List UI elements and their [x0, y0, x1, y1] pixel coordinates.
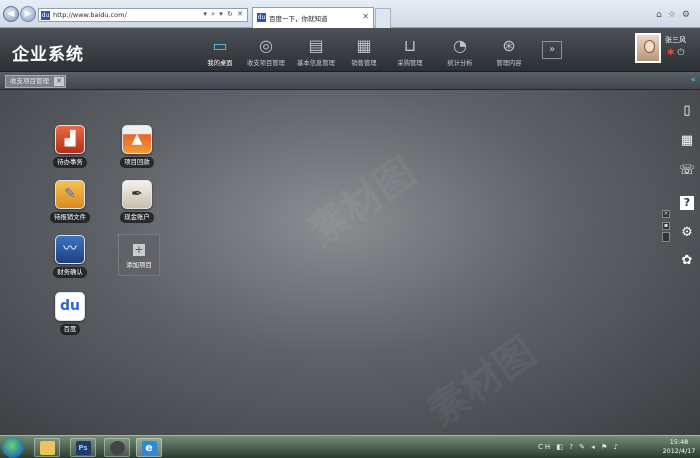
taskbar: Ps e CH ◧ ? ✎ ◂ ⚑ ♪ 15:48 2012/4/17 — [0, 435, 700, 458]
nav-label: 管理内容 — [496, 60, 522, 67]
tab-favicon-icon: du — [257, 13, 266, 22]
nav-label: 收支项目管理 — [247, 60, 285, 67]
cart-icon: ⊔ — [403, 36, 417, 55]
address-controls[interactable]: ▾ ⌕ ▾ ↻ ✕ — [203, 10, 244, 19]
app-reimburse-files[interactable]: ✎ 待报销文件 — [47, 180, 93, 223]
clock[interactable]: 15:48 2012/4/17 — [660, 438, 698, 456]
toolbar-pin-icon[interactable]: ▪ — [662, 222, 670, 230]
phone-icon[interactable]: ☏ — [678, 162, 696, 180]
watermark: 素材图 — [419, 329, 545, 436]
browser-tab[interactable]: du 百度一下，你就知道 ✕ — [252, 7, 374, 28]
add-item-tile[interactable]: + 添加项目 — [118, 234, 160, 276]
nav-label: 销售管理 — [351, 60, 377, 67]
collapse-icon[interactable]: « — [690, 75, 696, 85]
back-button[interactable]: ◀ — [3, 6, 19, 22]
avatar[interactable] — [635, 33, 661, 63]
system-tray[interactable]: CH ◧ ? ✎ ◂ ⚑ ♪ — [538, 443, 620, 451]
monitor-icon: ▭ — [212, 36, 228, 55]
favorites-star-icon[interactable]: ☆ — [668, 10, 682, 20]
tab-title: 百度一下，你就知道 — [269, 15, 328, 23]
app-label: 待办事务 — [53, 157, 87, 168]
app-title: 企业系统 — [12, 45, 84, 65]
nav-management[interactable]: ⊛ 管理内容 — [486, 28, 532, 72]
clock-time: 15:48 — [669, 438, 689, 446]
nav-purchasing[interactable]: ⊔ 采购管理 — [387, 28, 433, 72]
settings-icon[interactable]: ✱ — [667, 48, 675, 58]
photoshop-icon: Ps — [75, 441, 91, 455]
pie-chart-icon: ◔ — [453, 36, 467, 55]
address-url[interactable]: http://www.baidu.com/ — [53, 11, 127, 19]
nav-label: 基本信息管理 — [297, 60, 335, 67]
app-label: 百度 — [59, 324, 81, 335]
toolbar-close-icon[interactable]: × — [662, 210, 670, 218]
document-pen-icon: ✎ — [55, 180, 85, 209]
id-card-icon: ▤ — [308, 36, 324, 55]
window-controls[interactable]: ⌂☆⚙ — [656, 10, 696, 20]
ie-icon: e — [141, 441, 157, 455]
app-cash-account[interactable]: ✒ 现金账户 — [114, 180, 160, 223]
calculator-icon[interactable]: ▦ — [678, 132, 696, 150]
watermark: 素材图 — [299, 149, 425, 256]
app-label: 待报销文件 — [50, 212, 90, 223]
more-nav-button[interactable]: » — [542, 41, 562, 59]
tab-strip: 收支项目管理 ✕ « — [0, 72, 700, 90]
theme-palette-icon[interactable]: ✿ — [678, 252, 696, 270]
nav-label: 统计分析 — [447, 60, 473, 67]
nav-income-expense[interactable]: ◎ 收支项目管理 — [243, 28, 289, 72]
app-finance-confirm[interactable]: 〰 财务确认 — [47, 235, 93, 278]
taskbar-media[interactable] — [104, 438, 130, 457]
taskbar-explorer[interactable] — [34, 438, 60, 457]
new-tab-button[interactable] — [375, 8, 391, 28]
plus-icon: + — [133, 243, 145, 256]
taskbar-ie[interactable]: e — [136, 438, 162, 457]
bar-chart-icon: ▟ — [55, 125, 85, 154]
steering-wheel-icon: ⊛ — [502, 36, 516, 55]
help-icon[interactable]: ? — [678, 194, 696, 212]
nav-my-desktop[interactable]: ▭ 我的桌面 — [197, 28, 243, 72]
screen: { "browser": { "address": "http://www.ba… — [0, 0, 700, 458]
taskbar-photoshop[interactable]: Ps — [70, 438, 96, 457]
app-header: 企业系统 ▭ 我的桌面 ◎ 收支项目管理 ▤ 基本信息管理 ▦ 销售管理 ⊔ 采… — [0, 28, 700, 72]
add-item-label: 添加项目 — [126, 261, 152, 269]
note-icon[interactable]: ▯ — [678, 102, 696, 120]
notebook-pen-icon: ✒ — [122, 180, 152, 209]
address-bar[interactable]: du http://www.baidu.com/ ▾ ⌕ ▾ ↻ ✕ — [38, 8, 248, 22]
site-favicon-icon: du — [41, 11, 50, 20]
browser-chrome: ◀ ▶ du http://www.baidu.com/ ▾ ⌕ ▾ ↻ ✕ d… — [0, 0, 700, 28]
home-icon[interactable]: ⌂ — [656, 10, 668, 20]
app-project-payment[interactable]: ▲ 项目回款 — [114, 125, 160, 168]
tools-gear-icon[interactable]: ⚙ — [682, 10, 696, 20]
toolbar-scroll-handle[interactable] — [662, 232, 670, 242]
line-chart-icon: 〰 — [55, 235, 85, 264]
app-label: 现金账户 — [120, 212, 154, 223]
forward-button[interactable]: ▶ — [20, 6, 36, 22]
app-baidu[interactable]: du 百度 — [47, 292, 93, 335]
start-button[interactable] — [2, 437, 24, 458]
coins-icon: ◎ — [259, 36, 273, 55]
tab-label: 收支项目管理 — [10, 77, 49, 85]
tab-income-expense[interactable]: 收支项目管理 ✕ — [5, 75, 66, 88]
settings-gear-icon[interactable]: ⚙ — [678, 224, 696, 242]
app-label: 项目回款 — [120, 157, 154, 168]
nav-basic-info[interactable]: ▤ 基本信息管理 — [293, 28, 339, 72]
close-icon[interactable]: ✕ — [54, 77, 64, 86]
user-name: 张三风 — [665, 36, 686, 44]
nav-label: 我的桌面 — [207, 60, 233, 67]
clock-date: 2012/4/17 — [662, 447, 696, 455]
app-todo[interactable]: ▟ 待办事务 — [47, 125, 93, 168]
nav-label: 采购管理 — [397, 60, 423, 67]
cash-register-icon: ▦ — [356, 36, 372, 55]
baidu-paw-icon: du — [55, 292, 85, 321]
tab-close-icon[interactable]: ✕ — [362, 12, 369, 21]
desktop-area: 素材图 素材图 ▟ 待办事务 ▲ 项目回款 ✎ 待报销文件 ✒ 现金账户 〰 财… — [0, 90, 700, 436]
nav-sales[interactable]: ▦ 销售管理 — [341, 28, 387, 72]
nav-statistics[interactable]: ◔ 统计分析 — [437, 28, 483, 72]
user-actions: ✱ ⏻ — [667, 48, 685, 58]
mountain-chart-icon: ▲ — [122, 125, 152, 154]
logout-icon[interactable]: ⏻ — [677, 48, 684, 58]
media-player-icon — [109, 441, 125, 455]
app-label: 财务确认 — [53, 267, 87, 278]
folder-icon — [39, 441, 55, 455]
